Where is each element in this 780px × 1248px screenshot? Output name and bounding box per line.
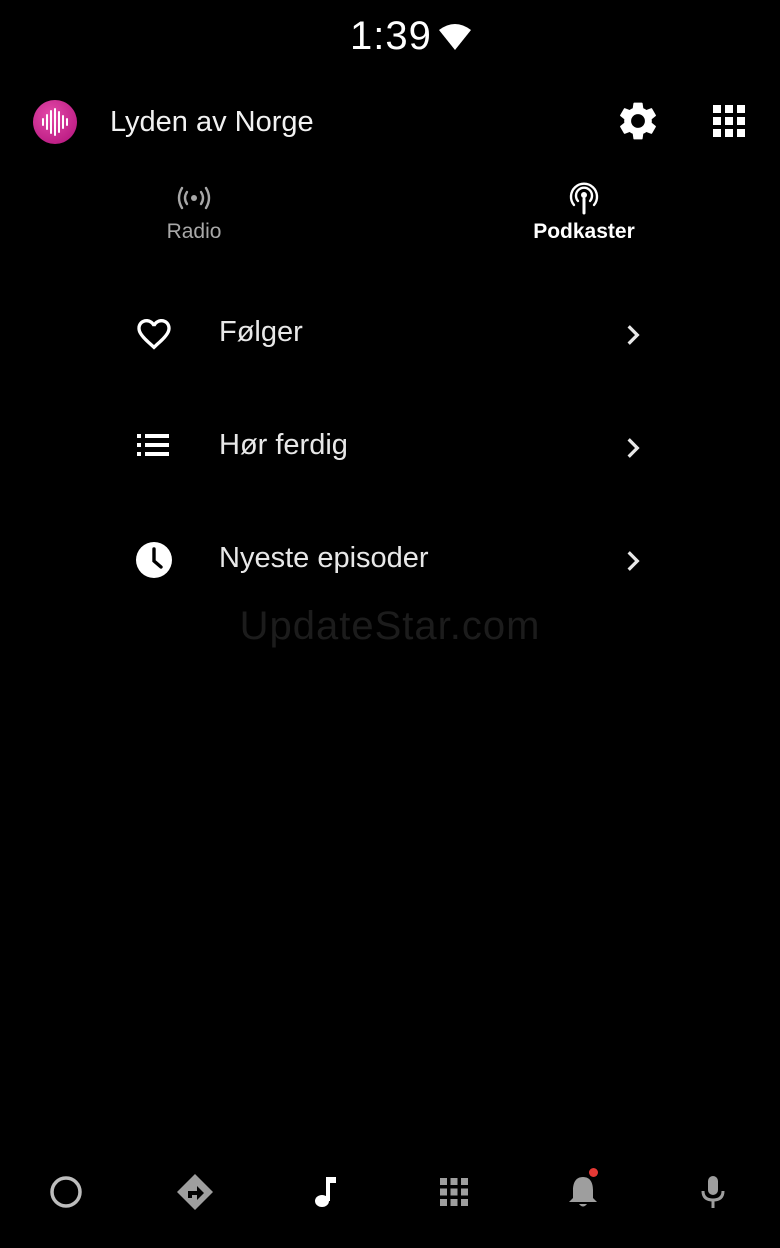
nav-voice-button[interactable]	[693, 1172, 733, 1212]
apps-button[interactable]	[706, 98, 752, 144]
list-item-following[interactable]: Følger	[120, 278, 660, 391]
status-time: 1:39	[350, 14, 432, 58]
waveform-logo-icon	[33, 100, 77, 144]
list-item-label: Nyeste episoder	[219, 542, 429, 574]
apps-grid-icon	[440, 1178, 468, 1206]
podcast-menu-list: Følger Hør ferdig Nyeste episoder	[120, 278, 660, 617]
list-item-newest-episodes[interactable]: Nyeste episoder	[120, 504, 660, 617]
app-header: Lyden av Norge	[0, 90, 780, 154]
podcast-icon	[569, 182, 599, 215]
tab-podcasts[interactable]: Podkaster	[484, 180, 684, 260]
list-item-label: Følger	[219, 316, 303, 348]
bell-icon	[569, 1177, 597, 1207]
clock-icon	[136, 542, 172, 578]
nav-navigation-button[interactable]	[175, 1172, 215, 1212]
gear-icon	[620, 102, 656, 140]
tab-radio-label: Radio	[166, 220, 222, 243]
chevron-right-icon	[627, 438, 640, 458]
status-bar: 1:39	[0, 0, 780, 80]
nav-notifications-button[interactable]	[563, 1168, 603, 1212]
watermark: UpdateStar.com	[239, 604, 541, 648]
music-note-icon	[315, 1177, 336, 1207]
nav-media-button[interactable]	[304, 1172, 344, 1212]
tab-podcasts-label: Podkaster	[533, 220, 635, 243]
settings-button[interactable]	[615, 98, 661, 144]
directions-icon	[177, 1174, 213, 1210]
nav-apps-button[interactable]	[434, 1172, 474, 1212]
heart-outline-icon	[137, 319, 171, 350]
chevron-right-icon	[627, 325, 640, 345]
circle-home-icon	[50, 1176, 82, 1208]
radio-broadcast-icon	[177, 186, 211, 210]
nav-home-button[interactable]	[46, 1172, 86, 1212]
notification-badge	[589, 1168, 598, 1177]
tab-radio[interactable]: Radio	[94, 180, 294, 260]
microphone-icon	[701, 1176, 725, 1208]
apps-grid-icon	[713, 105, 745, 137]
wifi-icon	[439, 24, 471, 50]
list-item-continue-listening[interactable]: Hør ferdig	[120, 391, 660, 504]
chevron-right-icon	[627, 551, 640, 571]
bottom-navigation-bar	[0, 1150, 780, 1240]
list-item-label: Hør ferdig	[219, 429, 348, 461]
list-icon	[137, 434, 169, 456]
app-title: Lyden av Norge	[110, 106, 314, 138]
